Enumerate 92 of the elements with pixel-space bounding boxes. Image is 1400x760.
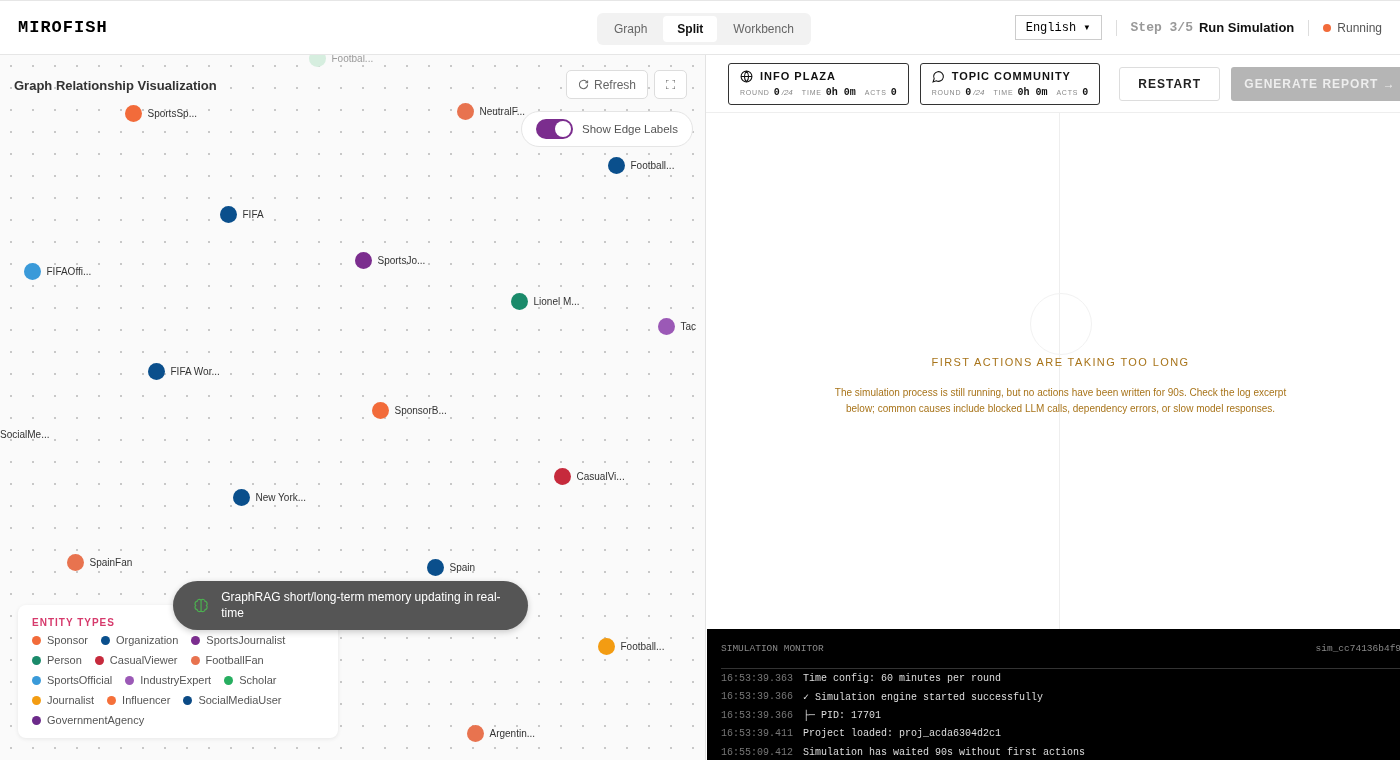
status-label: Running [1337,20,1382,35]
refresh-button[interactable]: Refresh [566,70,649,99]
graph-node[interactable] [657,317,675,335]
stat-value: 0h 0m [825,86,856,98]
graph-node[interactable] [124,104,142,122]
node-label: Tac [680,320,697,332]
graph-node[interactable] [510,292,528,310]
restart-button[interactable]: RESTART [1119,66,1221,101]
platform-name: INFO PLAZA [760,70,836,82]
log-message: Time config: 60 minutes per round [803,672,1002,684]
edge-labels-toggle[interactable] [536,119,573,139]
legend-label: Person [47,654,82,666]
graph-node[interactable] [553,467,571,485]
refresh-icon [578,79,589,90]
node-label: Football... [620,640,665,652]
node-label: Football... [630,159,675,171]
graph-node[interactable] [308,55,326,67]
stat-total: /24 [973,87,985,97]
chat-bubble-icon [931,69,945,83]
node-label: Argentin... [489,727,536,739]
notice-title: FIRST ACTIONS ARE TAKING TOO LONG [931,356,1190,368]
log-message: ├─ PID: 17701 [803,709,882,721]
graph-node[interactable] [607,156,625,174]
legend-label: GovernmentAgency [47,714,145,726]
node-label: FIFA Wor... [170,365,220,377]
node-label: CasualVi... [576,470,625,482]
legend-label: SportsJournalist [206,634,286,646]
graph-node[interactable] [456,102,474,120]
graph-node[interactable] [354,251,372,269]
graph-title: Graph Relationship Visualization [14,78,217,93]
simulation-id: sim_cc74136b4f9 [1315,643,1400,654]
globe-icon [740,69,753,83]
node-label: SportsSp... [147,107,197,119]
log-time: 16:53:39.366 [721,709,793,721]
stat-value: 0h 0m [1017,86,1048,98]
legend-label: Journalist [47,694,95,706]
platform-name: TOPIC COMMUNITY [951,70,1071,82]
graph-node[interactable] [23,262,41,280]
toast-message: GraphRAG short/long-term memory updating in real-time [221,589,502,622]
node-label: FIFAOffi... [46,265,92,277]
language-dropdown[interactable]: English ▾ [1014,15,1102,40]
toggle-label: Show Edge Labels [582,123,678,135]
legend-label: Scholar [239,674,277,686]
node-label: Footbal... [331,55,374,64]
stat-value: 0 [890,86,897,98]
graph-node[interactable] [371,401,389,419]
graph-node[interactable] [597,637,615,655]
node-label: FIFA [242,208,264,220]
log-time: 16:53:39.363 [721,672,793,684]
legend-label: Sponsor [47,634,88,646]
stat-value: 0 [965,86,972,98]
view-mode-tab[interactable]: Graph [600,16,662,42]
graph-node[interactable] [466,724,484,742]
node-label: Spain [449,561,476,573]
node-label: New York... [255,491,307,503]
node-label: SocialMe... [0,428,50,440]
brain-icon [193,597,210,614]
stat-value: 0 [1082,86,1089,98]
fullscreen-icon [666,80,675,89]
node-label: SpainFan [89,556,133,568]
graph-node[interactable] [426,558,444,576]
node-label: NeutralF... [479,105,526,117]
log-time: 16:53:39.366 [721,691,793,703]
node-label: SportsJo... [377,254,426,266]
step-counter: Step 3/5 [1130,20,1193,35]
legend-label: Organization [116,634,179,646]
view-mode-tab[interactable]: Workbench [719,16,808,42]
node-label: SponsorB... [394,404,447,416]
legend-label: FootballFan [205,654,264,666]
legend-label: SocialMediaUser [198,694,282,706]
log-message: Simulation has waited 90s without first actions [803,746,1086,758]
log-message: Project loaded: proj_acda6304d2c1 [803,728,1002,740]
view-mode-tab[interactable]: Split [663,16,718,42]
legend-title: ENTITY TYPES [32,617,116,628]
step-name: Run Simulation [1198,20,1295,35]
app-logo: MIROFISH [18,18,108,37]
graph-node[interactable] [219,205,237,223]
stat-total: /24 [781,87,793,97]
stat-value: 0 [773,86,780,98]
notice-message: The simulation process is still running, but no actions have been written for 90s. Check the log excerpt below; common causes include blocked LLM calls, dependency errors, or slow model responses. [833,386,1288,416]
log-time: 16:55:09.412 [721,746,793,758]
legend-label: IndustryExpert [140,674,212,686]
legend-label: CasualViewer [109,654,178,666]
graph-node[interactable] [232,488,250,506]
graph-node[interactable] [66,553,84,571]
legend-label: Influencer [122,694,171,706]
log-time: 16:53:39.411 [721,728,793,740]
log-message: ✓ Simulation engine started successfully [803,690,1044,703]
graph-node[interactable] [147,362,165,380]
legend-label: SportsOfficial [47,674,113,686]
node-label: Lionel M... [533,295,580,307]
monitor-title: SIMULATION MONITOR [721,643,824,654]
